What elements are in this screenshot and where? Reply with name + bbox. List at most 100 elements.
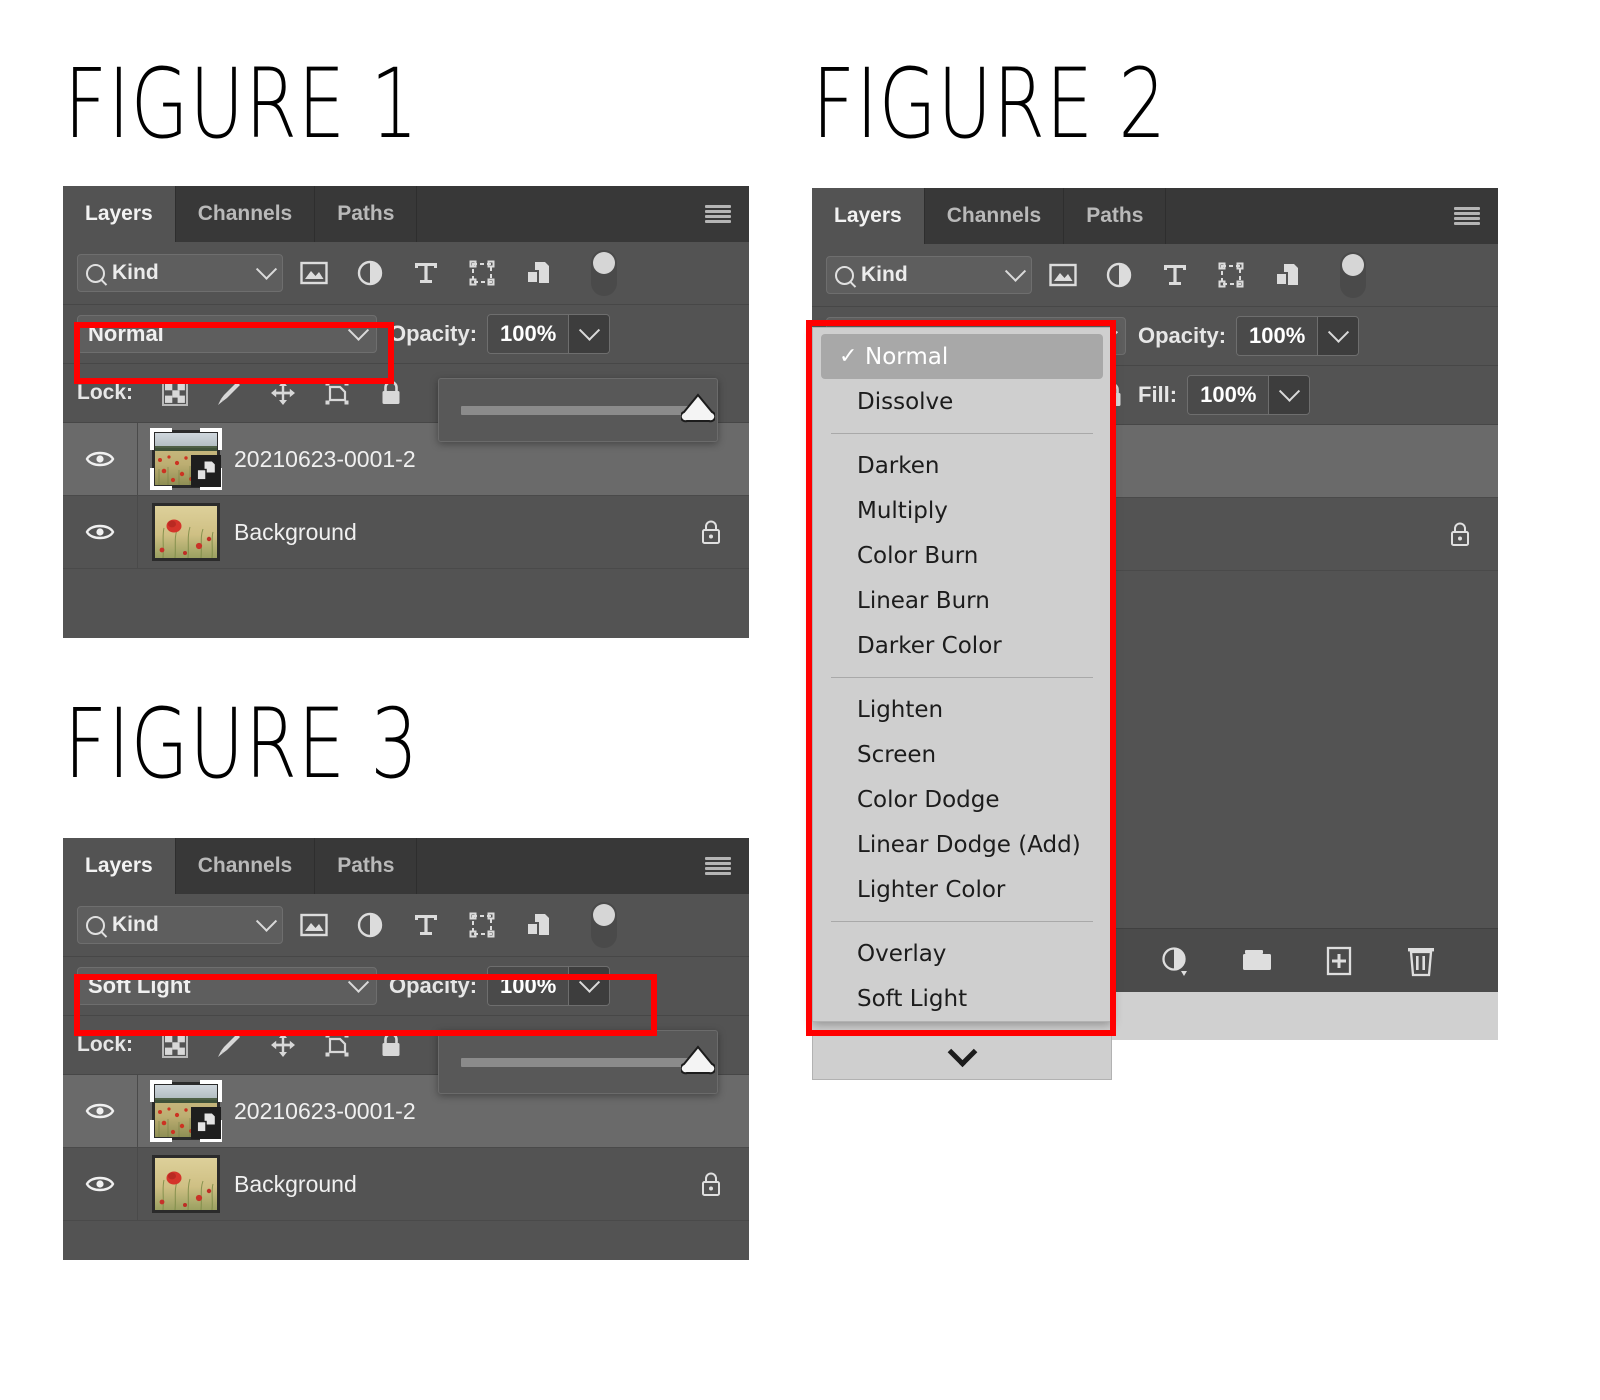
tab-layers[interactable]: Layers bbox=[63, 186, 176, 242]
opacity-slider-track[interactable] bbox=[461, 1058, 695, 1067]
lock-all-icon[interactable] bbox=[377, 1031, 405, 1059]
menu-item-linear-dodge-add[interactable]: Linear Dodge (Add) bbox=[813, 822, 1111, 867]
lock-transparent-pixels-icon[interactable] bbox=[161, 1031, 189, 1059]
lock-all-icon[interactable] bbox=[377, 379, 405, 407]
blend-mode-dropdown-menu[interactable]: ✓ Normal Dissolve Darken Multiply Color … bbox=[812, 327, 1112, 1022]
menu-item-soft-light[interactable]: Soft Light bbox=[813, 976, 1111, 1021]
blend-mode-select[interactable]: Normal bbox=[77, 315, 377, 353]
opacity-dropdown-button[interactable] bbox=[1317, 317, 1359, 355]
hamburger-menu-icon[interactable] bbox=[1454, 207, 1480, 225]
blend-mode-select[interactable]: Soft Light bbox=[77, 967, 377, 1005]
tab-paths[interactable]: Paths bbox=[315, 186, 418, 242]
layer-visibility-toggle[interactable] bbox=[63, 423, 138, 495]
opacity-field[interactable]: 100% bbox=[487, 966, 611, 1006]
shape-layer-filter-icon[interactable] bbox=[467, 258, 497, 288]
menu-item-label: Color Dodge bbox=[857, 786, 1000, 813]
menu-item-label: Linear Burn bbox=[857, 587, 990, 614]
menu-item-lighten[interactable]: Lighten bbox=[813, 687, 1111, 732]
filter-kind-select[interactable]: Kind bbox=[826, 256, 1032, 294]
opacity-slider-handle[interactable] bbox=[681, 1044, 715, 1078]
menu-scroll-down-button[interactable] bbox=[812, 1034, 1112, 1080]
hamburger-menu-icon[interactable] bbox=[705, 205, 731, 223]
smart-object-filter-icon[interactable] bbox=[1272, 260, 1302, 290]
tab-paths[interactable]: Paths bbox=[1064, 188, 1167, 244]
menu-item-label: Color Burn bbox=[857, 542, 979, 569]
new-group-icon[interactable] bbox=[1240, 944, 1274, 978]
figure-3-title: FIGURE 3 bbox=[64, 688, 419, 800]
tab-channels[interactable]: Channels bbox=[175, 838, 316, 894]
filter-toggle-switch[interactable] bbox=[591, 250, 617, 296]
smart-object-bracket-icon bbox=[150, 428, 172, 450]
adjustment-layer-filter-icon[interactable] bbox=[1104, 260, 1134, 290]
eye-icon bbox=[85, 1100, 115, 1122]
filter-toggle-switch[interactable] bbox=[591, 902, 617, 948]
opacity-value[interactable]: 100% bbox=[488, 315, 569, 353]
new-adjustment-layer-icon[interactable] bbox=[1158, 944, 1192, 978]
lock-image-pixels-icon[interactable] bbox=[215, 1031, 243, 1059]
menu-item-dissolve[interactable]: Dissolve bbox=[813, 379, 1111, 424]
tab-channels[interactable]: Channels bbox=[175, 186, 316, 242]
new-layer-icon[interactable] bbox=[1322, 944, 1356, 978]
filter-kind-select[interactable]: Kind bbox=[77, 254, 283, 292]
lock-position-icon[interactable] bbox=[269, 379, 297, 407]
opacity-slider-track[interactable] bbox=[461, 406, 695, 415]
lock-artboard-nesting-icon[interactable] bbox=[323, 1031, 351, 1059]
menu-item-linear-burn[interactable]: Linear Burn bbox=[813, 578, 1111, 623]
adjustment-layer-filter-icon[interactable] bbox=[355, 258, 385, 288]
shape-layer-filter-icon[interactable] bbox=[1216, 260, 1246, 290]
filter-toggle-switch[interactable] bbox=[1340, 252, 1366, 298]
smart-object-filter-icon[interactable] bbox=[523, 910, 553, 940]
table-row[interactable]: Background bbox=[63, 496, 749, 569]
layer-visibility-toggle[interactable] bbox=[63, 1148, 138, 1220]
fill-value[interactable]: 100% bbox=[1188, 376, 1269, 414]
layer-visibility-toggle[interactable] bbox=[63, 496, 138, 568]
opacity-field[interactable]: 100% bbox=[1236, 316, 1360, 356]
lock-transparent-pixels-icon[interactable] bbox=[161, 379, 189, 407]
pixel-layer-filter-icon[interactable] bbox=[1048, 260, 1078, 290]
opacity-value[interactable]: 100% bbox=[1237, 317, 1318, 355]
table-row[interactable]: Background bbox=[63, 1148, 749, 1221]
opacity-field[interactable]: 100% bbox=[487, 314, 611, 354]
opacity-slider-handle[interactable] bbox=[681, 392, 715, 426]
tab-paths[interactable]: Paths bbox=[315, 838, 418, 894]
menu-item-lighter-color[interactable]: Lighter Color bbox=[813, 867, 1111, 912]
smart-object-filter-icon[interactable] bbox=[523, 258, 553, 288]
menu-item-normal[interactable]: ✓ Normal bbox=[821, 334, 1103, 379]
lock-position-icon[interactable] bbox=[269, 1031, 297, 1059]
menu-item-screen[interactable]: Screen bbox=[813, 732, 1111, 777]
fill-field[interactable]: 100% bbox=[1187, 375, 1311, 415]
opacity-value[interactable]: 100% bbox=[488, 967, 569, 1005]
type-layer-filter-icon[interactable] bbox=[411, 258, 441, 288]
fill-dropdown-button[interactable] bbox=[1268, 376, 1310, 414]
pixel-layer-filter-icon[interactable] bbox=[299, 910, 329, 940]
lock-image-pixels-icon[interactable] bbox=[215, 379, 243, 407]
layer-thumbnail-cell bbox=[138, 1155, 234, 1213]
type-layer-filter-icon[interactable] bbox=[411, 910, 441, 940]
tab-channels[interactable]: Channels bbox=[924, 188, 1065, 244]
adjustment-layer-filter-icon[interactable] bbox=[355, 910, 385, 940]
shape-layer-filter-icon[interactable] bbox=[467, 910, 497, 940]
hamburger-menu-icon[interactable] bbox=[705, 857, 731, 875]
type-layer-filter-icon[interactable] bbox=[1160, 260, 1190, 290]
menu-item-darken[interactable]: Darken bbox=[813, 443, 1111, 488]
lock-artboard-nesting-icon[interactable] bbox=[323, 379, 351, 407]
filter-kind-select[interactable]: Kind bbox=[77, 906, 283, 944]
chevron-down-icon bbox=[947, 1037, 977, 1068]
opacity-label: Opacity: bbox=[389, 973, 478, 998]
menu-item-overlay[interactable]: Overlay bbox=[813, 931, 1111, 976]
opacity-dropdown-button[interactable] bbox=[568, 967, 610, 1005]
smart-object-bracket-icon bbox=[150, 1080, 172, 1102]
tab-layers[interactable]: Layers bbox=[63, 838, 176, 894]
menu-item-darker-color[interactable]: Darker Color bbox=[813, 623, 1111, 668]
opacity-slider-popup[interactable] bbox=[438, 378, 718, 442]
menu-item-color-dodge[interactable]: Color Dodge bbox=[813, 777, 1111, 822]
delete-layer-icon[interactable] bbox=[1404, 944, 1438, 978]
opacity-dropdown-button[interactable] bbox=[568, 315, 610, 353]
menu-item-label: Normal bbox=[865, 343, 949, 370]
opacity-slider-popup[interactable] bbox=[438, 1030, 718, 1094]
pixel-layer-filter-icon[interactable] bbox=[299, 258, 329, 288]
tab-layers[interactable]: Layers bbox=[812, 188, 925, 244]
menu-item-multiply[interactable]: Multiply bbox=[813, 488, 1111, 533]
layer-visibility-toggle[interactable] bbox=[63, 1075, 138, 1147]
menu-item-color-burn[interactable]: Color Burn bbox=[813, 533, 1111, 578]
